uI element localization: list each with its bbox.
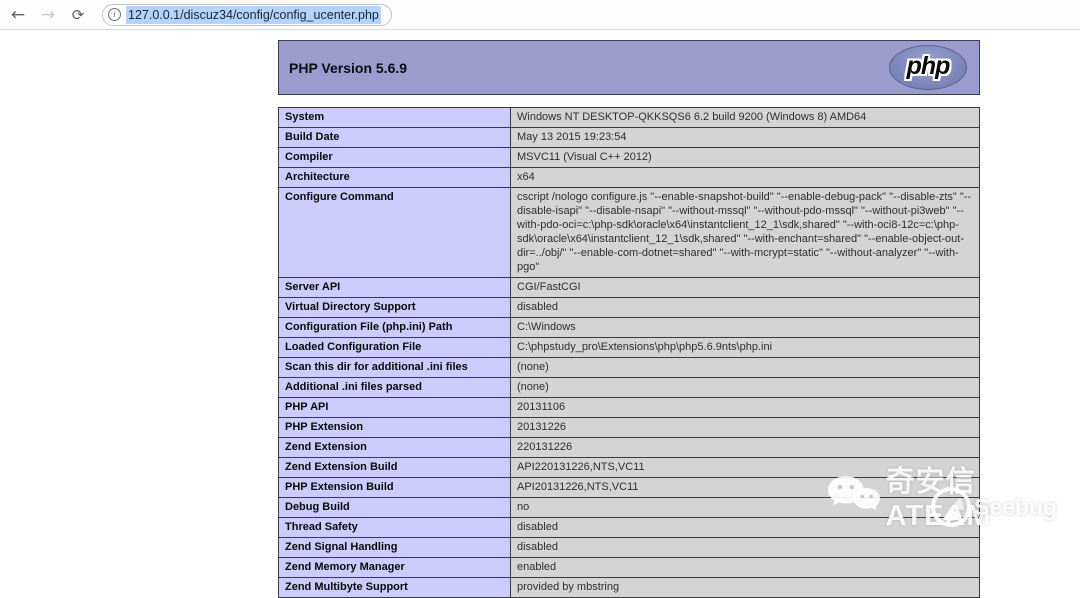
table-row: Loaded Configuration File C:\phpstudy_pr… [278,337,980,358]
table-row: Build Date May 13 2015 19:23:54 [278,127,980,148]
row-label: System [278,107,511,128]
row-label: Debug Build [278,497,511,518]
table-row: Zend Extension Build API220131226,NTS,VC… [278,457,980,478]
row-value: C:\Windows [510,317,980,338]
address-bar[interactable]: i 127.0.0.1/discuz34/config/config_ucent… [102,3,392,26]
row-label: PHP Extension Build [278,477,511,498]
row-value: (none) [510,357,980,378]
refresh-button[interactable]: ⟳ [66,3,90,27]
row-value: disabled [510,537,980,558]
table-row: Debug Build no [278,497,980,518]
table-row: Server API CGI/FastCGI [278,277,980,298]
table-row: PHP API 20131106 [278,397,980,418]
table-row: Zend Signal Handling disabled [278,537,980,558]
row-label: Additional .ini files parsed [278,377,511,398]
table-row: Configuration File (php.ini) Path C:\Win… [278,317,980,338]
row-label: Thread Safety [278,517,511,538]
row-label: Zend Extension [278,437,511,458]
site-info-icon[interactable]: i [108,8,121,21]
row-value: C:\phpstudy_pro\Extensions\php\php5.6.9n… [510,337,980,358]
row-label: Server API [278,277,511,298]
row-label: PHP Extension [278,417,511,438]
row-label: Configure Command [278,187,511,278]
row-label: Virtual Directory Support [278,297,511,318]
row-value: provided by mbstring [510,577,980,598]
table-row: Scan this dir for additional .ini files … [278,357,980,378]
row-value: no [510,497,980,518]
row-label: Zend Multibyte Support [278,577,511,598]
watermark-subbrand: Seebug [974,493,1058,520]
browser-toolbar: ← → ⟳ i 127.0.0.1/discuz34/config/config… [0,0,1080,30]
phpinfo-header: PHP Version 5.6.9 php [278,40,980,95]
phpinfo-page: PHP Version 5.6.9 php System Windows NT … [278,40,980,598]
phpinfo-table-body: System Windows NT DESKTOP-QKKSQS6 6.2 bu… [278,107,980,598]
row-value: x64 [510,167,980,188]
forward-button[interactable]: → [36,3,60,27]
row-label: Scan this dir for additional .ini files [278,357,511,378]
row-value: cscript /nologo configure.js "--enable-s… [510,187,980,278]
url-text[interactable]: 127.0.0.1/discuz34/config/config_ucenter… [126,5,381,24]
table-row: PHP Extension 20131226 [278,417,980,438]
table-row: Configure Command cscript /nologo config… [278,187,980,278]
row-value: disabled [510,517,980,538]
row-value: Windows NT DESKTOP-QKKSQS6 6.2 build 920… [510,107,980,128]
table-row: Zend Multibyte Support provided by mbstr… [278,577,980,598]
table-row: Additional .ini files parsed (none) [278,377,980,398]
table-row: Compiler MSVC11 (Visual C++ 2012) [278,147,980,168]
row-value: API20131226,NTS,VC11 [510,477,980,498]
table-row: Architecture x64 [278,167,980,188]
php-logo-text: php [906,51,951,80]
phpinfo-table: System Windows NT DESKTOP-QKKSQS6 6.2 bu… [278,107,980,598]
row-value: disabled [510,297,980,318]
row-label: Zend Signal Handling [278,537,511,558]
table-row: Zend Memory Manager enabled [278,557,980,578]
row-label: Zend Memory Manager [278,557,511,578]
row-value: API220131226,NTS,VC11 [510,457,980,478]
table-row: System Windows NT DESKTOP-QKKSQS6 6.2 bu… [278,107,980,128]
row-value: May 13 2015 19:23:54 [510,127,980,148]
row-value: 220131226 [510,437,980,458]
row-label: PHP API [278,397,511,418]
row-value: (none) [510,377,980,398]
row-label: Configuration File (php.ini) Path [278,317,511,338]
row-value: CGI/FastCGI [510,277,980,298]
page-title: PHP Version 5.6.9 [289,59,408,76]
row-value: 20131226 [510,417,980,438]
table-row: Virtual Directory Support disabled [278,297,980,318]
back-button[interactable]: ← [6,3,30,27]
table-row: Thread Safety disabled [278,517,980,538]
row-label: Zend Extension Build [278,457,511,478]
php-logo: php [889,45,967,90]
row-value: 20131106 [510,397,980,418]
row-value: MSVC11 (Visual C++ 2012) [510,147,980,168]
table-row: Zend Extension 220131226 [278,437,980,458]
row-label: Loaded Configuration File [278,337,511,358]
row-label: Compiler [278,147,511,168]
row-label: Build Date [278,127,511,148]
table-row: PHP Extension Build API20131226,NTS,VC11 [278,477,980,498]
row-value: enabled [510,557,980,578]
row-label: Architecture [278,167,511,188]
